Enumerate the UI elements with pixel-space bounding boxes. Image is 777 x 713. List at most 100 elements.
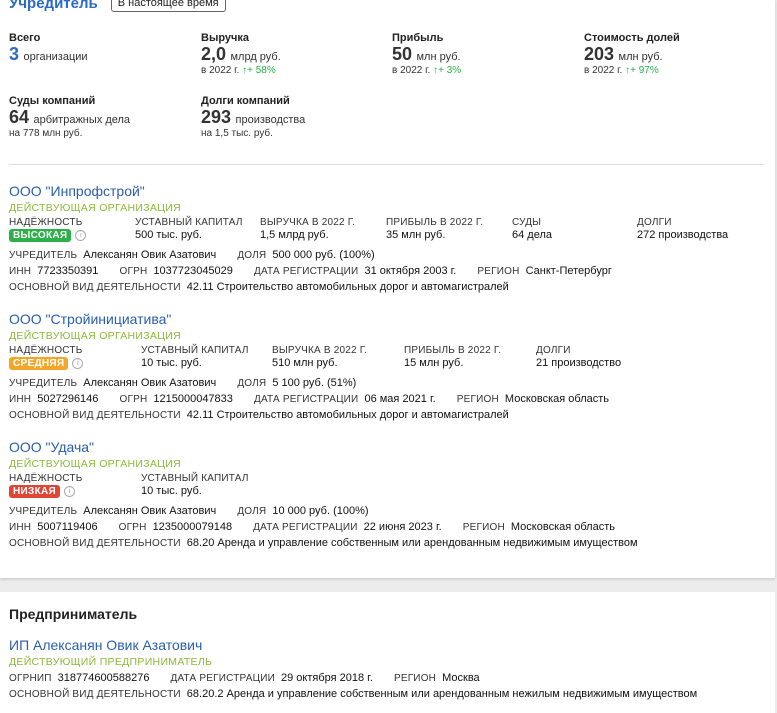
label: ДОЛЯ [237,506,267,517]
value: 500 тыс. руб. [135,229,202,241]
label: ВЫРУЧКА В 2022 Г. [260,217,356,228]
label: ОГРН [119,266,148,277]
org-name-link[interactable]: ООО "Инпрофстрой" [9,183,145,199]
share-value: 5 100 руб. (51%) [272,377,357,389]
founder-name[interactable]: Алексанян Овик Азатович [83,505,216,517]
inn-value: 5027296146 [37,393,99,405]
label: ОСНОВНОЙ ВИД ДЕЯТЕЛЬНОСТИ [9,689,181,700]
stat-year: в 2022 г. [201,65,240,76]
label: УЧРЕДИТЕЛЬ [9,378,78,389]
founder-card: Учредитель В настоящее время Всего 3 орг… [0,0,775,578]
stat-shares: Стоимость долей 203 млн руб. в 2022 г. ↑… [584,32,764,76]
share-value: 500 000 руб. (100%) [272,249,375,261]
label: УЧРЕДИТЕЛЬ [9,250,78,261]
stat-unit: млн руб. [416,51,461,63]
label: ДОЛГИ [637,217,672,228]
label: ИНН [9,266,32,277]
activity-line: ОСНОВНОЙ ВИД ДЕЯТЕЛЬНОСТИ 42.11 Строитель… [9,281,765,293]
label: ДОЛГИ [536,345,571,356]
col-capital: УСТАВНЫЙ КАПИТАЛ 10 тыс. руб. [141,473,249,497]
reg-date: 29 октября 2018 г. [280,672,373,684]
label: НАДЁЖНОСТЬ [9,217,83,228]
stat-value: 50 [392,44,413,64]
stat-value[interactable]: 3 [9,44,19,64]
col-reliability: НАДЁЖНОСТЬ НИЗКАЯ i [9,473,82,498]
label: УСТАВНЫЙ КАПИТАЛ [141,345,249,356]
stat-label: Долги компаний [201,95,290,107]
ids-line: ИНН 7723350391 ОГРН 1037723045029 ДАТА РЕГ… [9,265,765,277]
label: ДАТА РЕГИСТРАЦИИ [253,522,358,533]
stat-label: Всего [9,32,41,44]
stat-unit: организации [23,51,88,63]
label: ИНН [9,522,32,533]
label: ОСНОВНОЙ ВИД ДЕЯТЕЛЬНОСТИ [9,538,181,549]
ogrn-value: 1235000079148 [152,521,233,533]
stat-sub: на 1,5 тыс. руб. [201,128,273,139]
founder-name[interactable]: Алексанян Овик Азатович [83,377,216,389]
stat-year: в 2022 г. [584,65,623,76]
region-value: Московская область [504,393,610,405]
divider [9,164,764,165]
org-name-link[interactable]: ООО "Стройинициатива" [9,311,171,327]
ids-line: ОГРНИП 318774600588276 ДАТА РЕГИСТРАЦИИ 29… [9,672,765,684]
reliability-badge: ВЫСОКАЯ [9,229,72,242]
reliability-badge: СРЕДНЯЯ [9,357,69,370]
col-reliability: НАДЁЖНОСТЬ ВЫСОКАЯ i [9,217,87,242]
label: ПРИБЫЛЬ В 2022 Г. [404,345,502,356]
entrepreneur-card: Предприниматель ИП Алексанян Овик Азатов… [0,592,775,713]
stat-value: 203 [584,44,615,64]
stat-label: Выручка [201,32,250,44]
value: 15 млн руб. [404,357,464,369]
ogrnip-value: 318774600588276 [57,672,150,684]
entrepreneur-status: ДЕЙСТВУЮЩИЙ ПРЕДПРИНИМАТЕЛЬ [9,656,213,668]
label: ДАТА РЕГИСТРАЦИИ [253,266,359,277]
value: 21 производство [536,357,622,369]
label: ВЫРУЧКА В 2022 Г. [272,345,368,356]
stat-total: Всего 3 организации [9,32,189,65]
activity-line: ОСНОВНОЙ ВИД ДЕЯТЕЛЬНОСТИ 42.11 Строитель… [9,409,765,421]
period-filter[interactable]: В настоящее время [110,0,226,12]
org-status: ДЕЙСТВУЮЩАЯ ОРГАНИЗАЦИЯ [9,458,182,470]
org-card: ООО "Инпрофстрой" ДЕЙСТВУЮЩАЯ ОРГАНИЗАЦИ… [9,183,765,293]
stat-label: Прибыль [392,32,444,44]
org-status: ДЕЙСТВУЮЩАЯ ОРГАНИЗАЦИЯ [9,202,182,214]
value: 10 тыс. руб. [141,357,202,369]
label: ДОЛЯ [237,378,267,389]
org-card: ООО "Стройинициатива" ДЕЙСТВУЮЩАЯ ОРГАНИ… [9,311,765,421]
col-profit: ПРИБЫЛЬ В 2022 Г. 15 млн руб. [404,345,501,369]
stat-unit: млн руб. [618,51,663,63]
section-title: Предприниматель [9,606,138,622]
value: 10 тыс. руб. [141,485,202,497]
reg-date: 31 октября 2003 г. [364,265,457,277]
region-value: Московская область [510,521,615,533]
value: 35 млн руб. [386,229,446,241]
founder-line: УЧРЕДИТЕЛЬ Алексанян Овик Азатович ДОЛЯ 10… [9,505,765,517]
region-value: Санкт-Петербург [525,265,612,277]
col-debts: ДОЛГИ 21 производство [536,345,621,369]
activity-value: 68.20.2 Аренда и управление собственным … [186,688,698,700]
label: ОГРН [118,522,147,533]
label: ДАТА РЕГИСТРАЦИИ [170,673,275,684]
activity-value: 68.20 Аренда и управление собственным ил… [186,537,638,549]
activity-line: ОСНОВНОЙ ВИД ДЕЯТЕЛЬНОСТИ 68.20 Аренда и … [9,537,765,549]
founder-name[interactable]: Алексанян Овик Азатович [83,249,216,261]
entrepreneur-name-link[interactable]: ИП Алексанян Овик Азатович [9,637,202,653]
stat-value: 2,0 [201,44,227,64]
stat-year: в 2022 г. [392,65,431,76]
stat-label: Стоимость долей [584,32,680,44]
stat-growth: + 97% [630,65,659,76]
activity-value: 42.11 Строительство автомобильных дорог … [186,281,509,293]
reliability-badge: НИЗКАЯ [9,485,60,498]
info-icon[interactable]: i [72,357,84,369]
inn-value: 7723350391 [37,265,99,277]
label: РЕГИОН [477,266,520,277]
stat-value: 64 [9,107,30,127]
ogrn-value: 1037723045029 [153,265,233,277]
inn-value: 5007119406 [37,521,98,533]
label: ДОЛЯ [237,250,267,261]
info-icon[interactable]: i [75,229,87,241]
value: 64 дела [512,229,552,241]
share-value: 10 000 руб. (100%) [272,505,369,517]
org-name-link[interactable]: ООО "Удача" [9,439,94,455]
info-icon[interactable]: i [64,485,75,497]
